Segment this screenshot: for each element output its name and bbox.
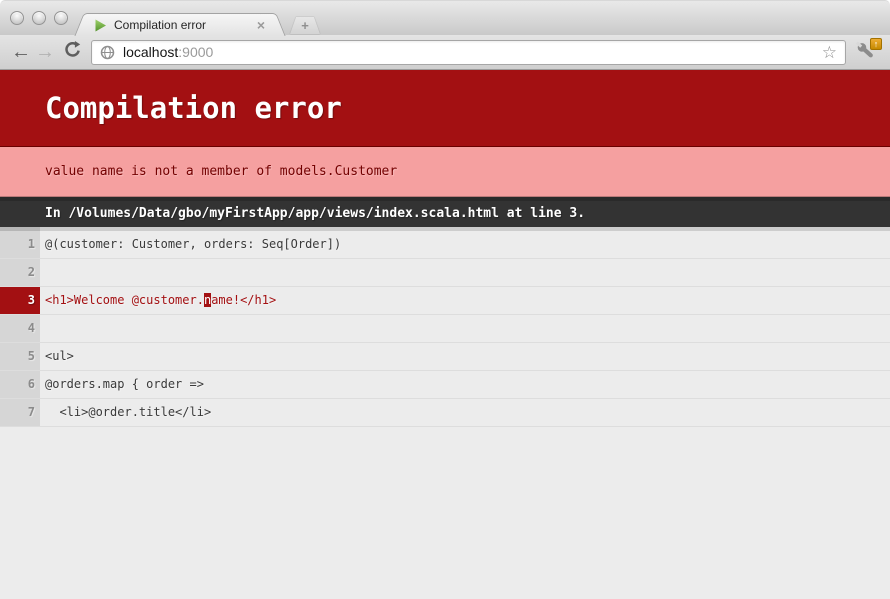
code-line-2: 2 [0,259,890,287]
code-line-6: 6 @orders.map { order => [0,371,890,399]
code-line-1: 1 @(customer: Customer, orders: Seq[Orde… [0,227,890,259]
back-button[interactable]: ← [9,42,33,62]
code-line-4: 4 [0,315,890,343]
tab-title: Compilation error [114,18,252,32]
play-favicon-icon [94,19,107,32]
tab-strip: Compilation error × + [0,0,890,35]
browser-window: Compilation error × + ← → [0,0,890,599]
code-text [40,259,890,286]
line-number: 3 [0,287,40,314]
new-tab-button[interactable]: + [290,17,320,34]
menu-button[interactable]: ↑ [855,40,881,64]
browser-toolbar: ← → localhost:9000 ☆ [0,35,890,70]
url-text: localhost:9000 [123,44,213,60]
tab-close-icon[interactable]: × [252,18,270,32]
code-before-marker: <h1>Welcome @customer. [45,293,204,307]
code-line-3-error: 3 <h1>Welcome @customer.name!</h1> [0,287,890,315]
window-zoom-button[interactable] [54,11,68,25]
bookmark-star-icon[interactable]: ☆ [822,44,837,61]
url-host: localhost [123,44,178,60]
line-number: 2 [0,259,40,286]
code-text: <ul> [40,343,890,370]
page-content: Compilation error value name is not a me… [0,70,890,599]
browser-tab[interactable]: Compilation error × [88,13,272,36]
plus-icon: + [290,17,320,34]
code-line-5: 5 <ul> [0,343,890,371]
window-controls [10,11,68,25]
reload-button[interactable] [59,40,85,64]
code-text: <li>@order.title</li> [40,399,890,426]
line-number: 1 [0,227,40,258]
code-text: @(customer: Customer, orders: Seq[Order]… [40,227,890,258]
code-after-marker: ame!</h1> [211,293,276,307]
code-listing: 1 @(customer: Customer, orders: Seq[Orde… [0,227,890,427]
address-bar[interactable]: localhost:9000 ☆ [91,40,846,65]
url-port: :9000 [178,44,213,60]
forward-button[interactable]: → [33,42,57,62]
error-title: Compilation error [0,70,890,147]
globe-icon [100,45,115,60]
reload-icon [63,40,82,59]
error-detail: value name is not a member of models.Cus… [0,147,890,197]
line-number: 4 [0,315,40,342]
window-minimize-button[interactable] [32,11,46,25]
code-text: @orders.map { order => [40,371,890,398]
error-location: In /Volumes/Data/gbo/myFirstApp/app/view… [0,197,890,227]
line-number: 6 [0,371,40,398]
code-text [40,315,890,342]
line-number: 5 [0,343,40,370]
code-line-7: 7 <li>@order.title</li> [0,399,890,427]
code-text: <h1>Welcome @customer.name!</h1> [40,287,890,314]
window-close-button[interactable] [10,11,24,25]
line-number: 7 [0,399,40,426]
update-badge: ↑ [870,38,882,50]
